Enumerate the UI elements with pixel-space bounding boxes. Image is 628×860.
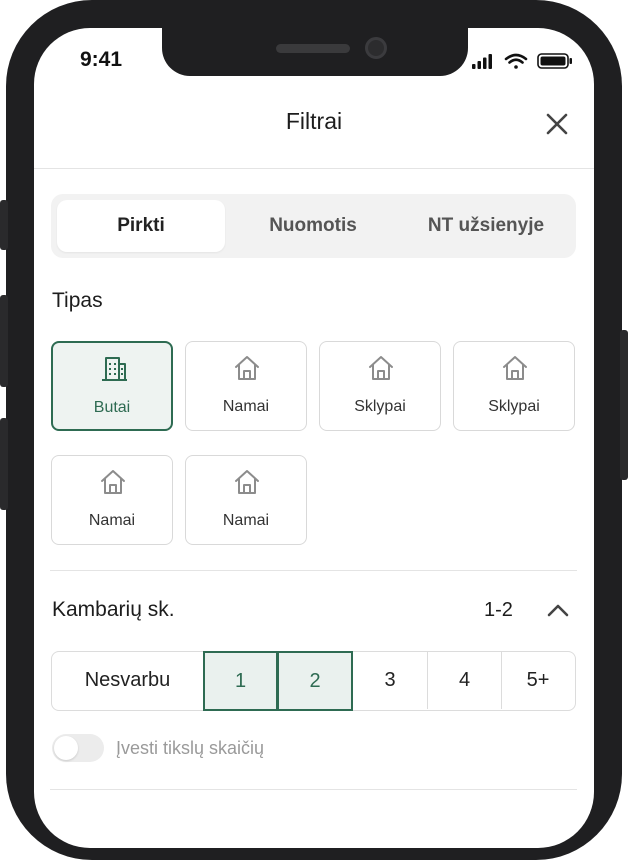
rooms-option-nesvarbu[interactable]: Nesvarbu [52, 652, 203, 709]
tab-pirkti[interactable]: Pirkti [57, 200, 225, 252]
type-option-namai-2[interactable]: Namai [51, 455, 173, 545]
rooms-option-3[interactable]: 3 [353, 652, 427, 709]
tab-bar: Pirkti Nuomotis NT užsienyje [51, 194, 576, 258]
rooms-option-1[interactable]: 1 [203, 650, 278, 711]
type-option-label: Butai [93, 399, 131, 416]
section-divider [50, 570, 577, 571]
header-divider [34, 168, 594, 169]
page-title: Filtrai [285, 108, 343, 134]
type-option-namai[interactable]: Namai [185, 341, 307, 431]
exact-count-toggle[interactable] [52, 734, 104, 762]
speaker [276, 44, 350, 53]
toggle-knob [54, 736, 78, 760]
close-icon[interactable] [543, 110, 571, 138]
side-button [0, 418, 8, 510]
signal-icon [472, 54, 492, 69]
side-button [620, 330, 628, 480]
type-option-label: Sklypai [354, 398, 406, 415]
rooms-segmented-control: Nesvarbu 1 2 3 4 5+ [51, 650, 576, 711]
rooms-selected-value: 1-2 [484, 599, 513, 621]
status-icons [472, 53, 572, 69]
type-option-sklypai-2[interactable]: Sklypai [453, 341, 575, 431]
camera [365, 37, 387, 59]
type-option-label: Namai [88, 512, 136, 529]
status-time: 9:41 [80, 48, 123, 71]
type-section-label: Tipas [52, 289, 103, 312]
house-icon [503, 356, 527, 380]
type-option-label: Namai [222, 398, 270, 415]
notch [162, 28, 468, 76]
type-option-butai[interactable]: Butai [51, 341, 173, 431]
wifi-icon [504, 53, 528, 69]
type-option-label: Sklypai [488, 398, 540, 415]
tab-nuomotis[interactable]: Nuomotis [229, 200, 397, 252]
battery-icon [537, 53, 572, 69]
phone-screen [34, 28, 594, 848]
rooms-option-4[interactable]: 4 [427, 652, 501, 709]
rooms-section-label: Kambarių sk. [52, 598, 175, 621]
house-icon [235, 470, 259, 494]
house-icon [101, 470, 125, 494]
chevron-up-icon[interactable] [546, 600, 570, 620]
exact-count-toggle-label: Įvesti tikslų skaičių [116, 738, 265, 758]
tab-nt-uzsienyje[interactable]: NT užsienyje [401, 200, 571, 252]
section-divider [50, 789, 577, 790]
building-icon [102, 357, 127, 381]
house-icon [369, 356, 393, 380]
type-option-label: Namai [222, 512, 270, 529]
side-button [0, 295, 8, 387]
type-option-namai-3[interactable]: Namai [185, 455, 307, 545]
house-icon [235, 356, 259, 380]
rooms-option-5plus[interactable]: 5+ [501, 652, 574, 709]
type-option-sklypai[interactable]: Sklypai [319, 341, 441, 431]
side-button [0, 200, 8, 250]
rooms-option-2[interactable]: 2 [277, 650, 353, 711]
